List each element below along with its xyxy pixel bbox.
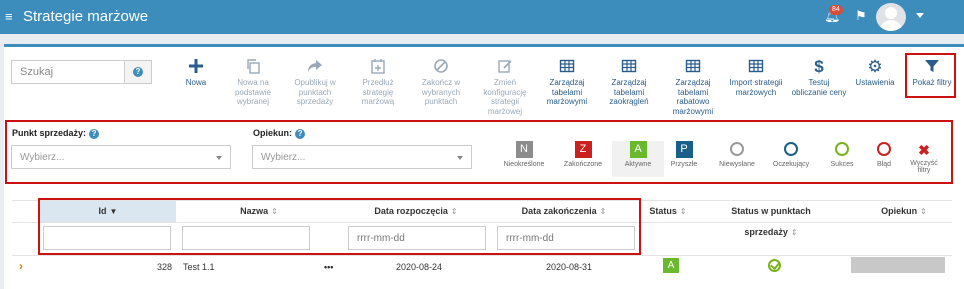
help-icon: ? <box>133 67 143 77</box>
sync-label: Sukces <box>830 161 854 168</box>
sync-filter-error[interactable]: Błąd <box>858 141 910 177</box>
new-from-selected-button[interactable]: Nowa na podstawie wybranej <box>224 58 282 107</box>
help-icon[interactable]: ? <box>89 129 100 139</box>
row-id: 328 <box>156 262 172 272</box>
divider <box>12 255 952 256</box>
top-bar: ≡ Strategie marżowe 🔔︎ 84 ⚑ <box>0 0 964 34</box>
status-label: Aktywne <box>624 161 652 168</box>
status-letter-p: P <box>675 141 693 158</box>
table-icon <box>600 58 658 76</box>
margin-tables-label: Zarządzaj tabelami marżowymi <box>546 78 588 106</box>
check-circle-icon <box>768 259 781 272</box>
highlight-show-filters <box>905 53 956 98</box>
gear-icon: ⚙ <box>867 57 883 76</box>
change-config-button[interactable]: Zmień konfigurację strategii marżowej <box>476 58 534 116</box>
guardian-select[interactable]: Wybierz... <box>252 145 472 169</box>
column-header-guardian[interactable]: Opiekun ⇕ <box>858 201 950 222</box>
row-name: Test 1.1 <box>183 262 215 272</box>
test-price-button[interactable]: $ Testuj obliczanie ceny <box>790 58 848 97</box>
test-price-label: Testuj obliczanie ceny <box>791 78 847 97</box>
margin-tables-button[interactable]: Zarządzaj tabelami marżowymi <box>538 58 596 107</box>
ban-icon <box>412 58 470 76</box>
status-filter-active[interactable]: A Aktywne <box>612 141 664 177</box>
sync-label: Błąd <box>876 161 891 168</box>
clock-icon <box>730 142 744 156</box>
chevron-down-icon <box>216 156 222 160</box>
finish-button[interactable]: Zakończ w wybranych punktach <box>412 58 470 107</box>
dollar-icon: $ <box>814 57 824 76</box>
highlight-table-header <box>38 198 641 255</box>
page-title: Strategie marżowe <box>23 8 149 25</box>
extend-button[interactable]: Przedłuż strategię marżową <box>349 58 407 107</box>
sync-filter-pending[interactable]: Oczekujący <box>765 141 817 177</box>
status-filter-finished[interactable]: Z Zakończone <box>557 141 609 177</box>
sort-icon: ⇕ <box>790 228 798 237</box>
column-header-status[interactable]: Status ⇕ <box>642 201 694 222</box>
sort-icon: ⇕ <box>679 207 687 216</box>
new-button[interactable]: Nowa <box>167 58 225 88</box>
point-select[interactable]: Wybierz... <box>11 145 231 169</box>
publish-label: Opublikuj w punktach sprzedaży <box>294 78 336 106</box>
status-label: Zakończone <box>563 161 603 168</box>
search-input[interactable] <box>11 60 125 84</box>
rounding-tables-label: Zarządzaj tabelami zaokrągleń <box>609 78 649 106</box>
calendar-plus-icon <box>349 58 407 76</box>
new-from-selected-label: Nowa na podstawie wybranej <box>234 78 272 106</box>
discount-tables-label: Zarządzaj tabelami rabatowo marżowymi <box>672 78 714 116</box>
status-label: Przyszłe <box>670 161 698 168</box>
discount-tables-button[interactable]: Zarządzaj tabelami rabatowo marżowymi <box>664 58 722 116</box>
sync-filter-not-sent[interactable]: Niewysłane <box>711 141 763 177</box>
status-letter-n: N <box>515 141 533 158</box>
table-icon <box>664 58 722 76</box>
import-icon <box>727 58 785 76</box>
row-menu-icon[interactable]: ••• <box>324 262 333 272</box>
table-icon <box>538 58 596 76</box>
change-config-label: Zmień konfigurację strategii marżowej <box>483 78 527 116</box>
settings-button[interactable]: ⚙ Ustawienia <box>846 58 904 88</box>
finish-label: Zakończ w wybranych punktach <box>421 78 461 106</box>
chevron-right-icon[interactable]: › <box>19 259 23 273</box>
guardian-filter-label: Opiekun:? <box>253 128 306 139</box>
settings-label: Ustawienia <box>855 78 895 87</box>
import-button[interactable]: Import strategii marżowych <box>727 58 785 97</box>
share-icon <box>286 58 344 76</box>
rounding-tables-button[interactable]: Zarządzaj tabelami zaokrągleń <box>600 58 658 107</box>
edit-icon <box>476 58 534 76</box>
status-filter-undefined[interactable]: N Nieokreślone <box>498 141 550 177</box>
check-circle-icon <box>835 142 849 156</box>
search-help-button[interactable]: ? <box>124 60 152 84</box>
chevron-down-icon <box>457 156 463 160</box>
column-header-sync-status[interactable]: Status w punktach sprzedaży ⇕ <box>705 201 837 237</box>
publish-button[interactable]: Opublikuj w punktach sprzedaży <box>286 58 344 107</box>
copy-icon <box>224 58 282 76</box>
flag-icon[interactable]: ⚑ <box>855 8 867 24</box>
row-end-date: 2020-08-31 <box>546 262 593 272</box>
extend-label: Przedłuż strategię marżową <box>361 78 395 106</box>
sync-label: Niewysłane <box>719 161 755 168</box>
status-badge: A <box>663 258 679 273</box>
close-icon: ✖ <box>918 142 930 158</box>
new-button-label: Nowa <box>185 78 207 87</box>
clear-filters-button[interactable]: ✖ Wyczyść filtry <box>904 143 944 179</box>
status-letter-z: Z <box>574 141 592 158</box>
status-filter-future[interactable]: P Przyszłe <box>658 141 710 177</box>
status-letter-a: A <box>629 141 647 158</box>
point-filter-label: Punkt sprzedaży:? <box>12 128 100 139</box>
help-icon[interactable]: ? <box>295 129 306 139</box>
sync-label: Oczekujący <box>772 161 810 168</box>
notification-badge: 84 <box>829 5 843 15</box>
status-label: Nieokreślone <box>503 161 545 168</box>
guardian-redacted <box>851 257 945 273</box>
plus-icon <box>167 58 225 76</box>
row-start-date: 2020-08-24 <box>396 262 443 272</box>
avatar[interactable] <box>876 3 906 31</box>
clear-filters-label: Wyczyść filtry <box>910 160 938 174</box>
chevron-down-icon[interactable] <box>916 13 924 18</box>
sort-icon: ⇕ <box>920 207 927 216</box>
clock-icon <box>784 142 798 156</box>
error-circle-icon <box>877 142 891 156</box>
menu-icon[interactable]: ≡ <box>5 9 13 24</box>
import-label: Import strategii marżowych <box>729 78 783 97</box>
